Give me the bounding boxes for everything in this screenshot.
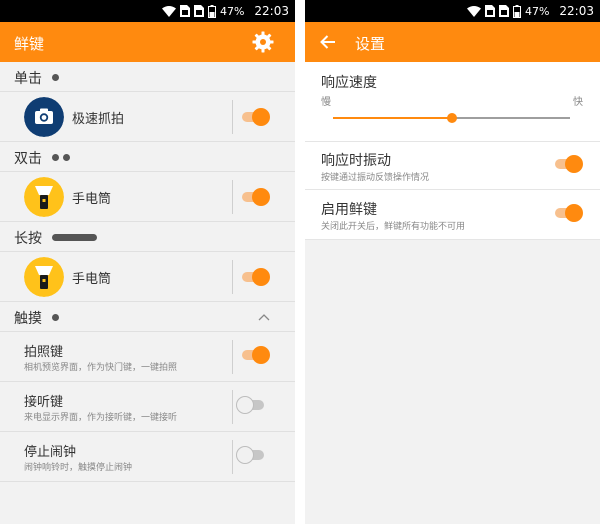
response-speed-slider[interactable] [333,113,570,123]
wifi-icon [161,5,176,17]
flashlight-icon [24,177,64,217]
touch-label: 触摸 [14,311,42,327]
enable-key-setting[interactable]: 启用鲜键 关闭此开关后，鲜键所有功能不可用 [305,190,600,240]
flashlight-icon [24,257,64,297]
settings-screen: 47% 22:03 设置 响应速度 慢 快 响应时振动 按键通过振动反馈操作情况… [305,0,600,524]
divider [232,100,233,134]
double-tap-header: 双击 [0,142,295,172]
divider [232,390,233,424]
stop-alarm-desc: 闹钟响铃时，触摸停止闹钟 [24,463,133,473]
long-press-header: 长按 [0,222,295,252]
enable-key-title: 启用鲜键 [321,202,377,218]
enable-key-toggle[interactable] [553,203,583,223]
battery-level: 47% [219,4,245,18]
answer-key-title: 接听键 [24,395,64,410]
settings-title: 设置 [355,35,386,53]
wifi-icon [466,5,481,17]
double-tap-label: 双击 [14,151,42,167]
settings-gear-icon[interactable] [251,30,275,54]
divider [232,440,233,474]
status-bar: 47% 22:03 [305,0,600,22]
sim-card-icon [498,5,509,17]
answer-key-toggle[interactable] [236,395,266,415]
vibration-title: 响应时振动 [321,153,391,169]
long-press-bar-indicator [52,234,97,241]
stop-alarm-toggle[interactable] [236,445,266,465]
back-arrow-icon[interactable] [319,33,337,51]
shutter-key-toggle[interactable] [240,345,270,365]
fast-label: 快 [573,97,583,108]
shutter-key-title: 拍照键 [24,345,64,360]
slow-label: 慢 [321,97,331,108]
double-tap-dot-indicator [63,154,70,161]
sim-card-icon [484,5,495,17]
long-press-toggle[interactable] [240,267,270,287]
slider-track [452,117,570,119]
battery-level: 47% [524,4,550,18]
long-press-row[interactable]: 手电筒 [0,252,295,302]
double-tap-dot-indicator [52,154,59,161]
single-tap-row[interactable]: 极速抓拍 [0,92,295,142]
single-tap-dot-indicator [52,74,59,81]
vibration-setting[interactable]: 响应时振动 按键通过振动反馈操作情况 [305,142,600,190]
divider [232,180,233,214]
app-title: 鲜键 [14,35,45,53]
enable-key-desc: 关闭此开关后，鲜键所有功能不可用 [321,222,466,232]
status-bar: 47% 22:03 [0,0,295,22]
battery-icon [512,4,521,18]
sim-card-icon [193,5,204,17]
response-speed-panel: 响应速度 慢 快 [305,62,600,142]
main-screen: 47% 22:03 鲜键 单击 极速抓拍 双击 手电筒 长按 手电筒 触摸 拍照… [0,0,295,524]
single-tap-toggle[interactable] [240,107,270,127]
stop-alarm-title: 停止闹钟 [24,445,77,460]
long-press-app-name: 手电筒 [72,272,112,287]
long-press-label: 长按 [14,231,42,247]
single-tap-header: 单击 [0,62,295,92]
touch-item-shutter[interactable]: 拍照键 相机预览界面，作为快门键，一键拍照 [0,332,295,382]
clock: 22:03 [254,4,289,18]
camera-icon [24,97,64,137]
double-tap-toggle[interactable] [240,187,270,207]
battery-icon [207,4,216,18]
sim-card-icon [179,5,190,17]
clock: 22:03 [559,4,594,18]
vibration-desc: 按键通过振动反馈操作情况 [321,173,430,183]
double-tap-app-name: 手电筒 [72,192,112,207]
touch-item-answer[interactable]: 接听键 来电显示界面，作为接听键，一键接听 [0,382,295,432]
touch-dot-indicator [52,314,59,321]
single-tap-label: 单击 [14,71,42,87]
shutter-key-desc: 相机预览界面，作为快门键，一键拍照 [24,363,178,373]
touch-item-alarm[interactable]: 停止闹钟 闹钟响铃时，触摸停止闹钟 [0,432,295,482]
chevron-up-icon[interactable] [257,310,271,324]
slider-fill [333,117,452,119]
touch-header[interactable]: 触摸 [0,302,295,332]
slider-thumb[interactable] [447,113,457,123]
single-tap-app-name: 极速抓拍 [72,112,125,127]
app-bar: 设置 [305,22,600,62]
double-tap-row[interactable]: 手电筒 [0,172,295,222]
divider [232,260,233,294]
divider [232,340,233,374]
answer-key-desc: 来电显示界面，作为接听键，一键接听 [24,413,178,423]
app-bar: 鲜键 [0,22,295,62]
vibration-toggle[interactable] [553,154,583,174]
response-speed-title: 响应速度 [321,75,377,91]
